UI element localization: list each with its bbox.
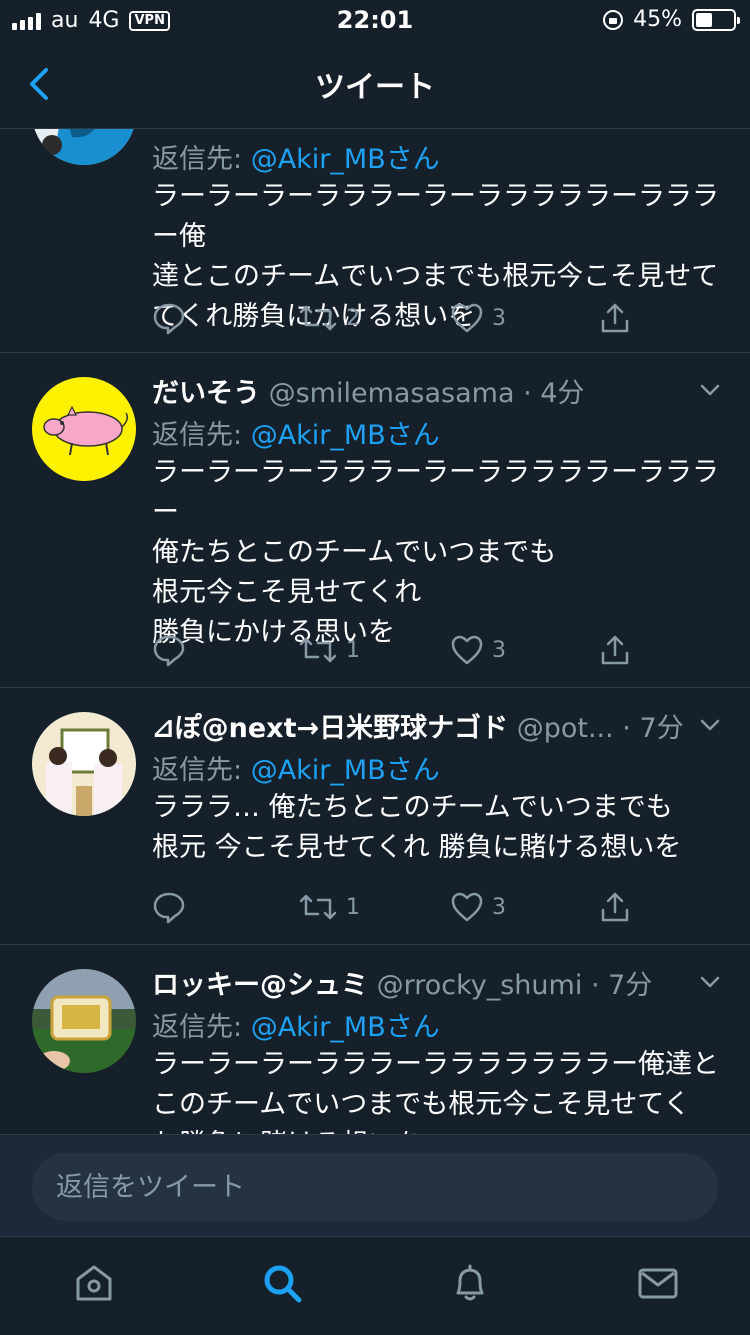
orientation-lock-icon [603, 9, 624, 30]
search-icon[interactable] [260, 1261, 304, 1305]
share-button[interactable] [598, 890, 632, 924]
reply-mention-link[interactable]: @Akir_MBさん [251, 755, 440, 786]
battery-fill [696, 12, 713, 27]
avatar[interactable] [32, 712, 136, 816]
reply-icon [153, 635, 185, 667]
tweet-time: · 4分 [523, 378, 585, 409]
tweet-item[interactable]: ⊿ぽ@next→日米野球ナゴド @pot... · 7分 返信先: @Akir_… [0, 688, 750, 945]
retweet-button[interactable]: 1 [298, 890, 360, 924]
display-name[interactable]: ロッキー@シュミ [152, 970, 368, 1001]
tweet-time: · 7分 [590, 970, 653, 1001]
reply-button[interactable] [152, 890, 186, 924]
reply-icon [153, 303, 185, 335]
like-button[interactable]: 3 [450, 633, 506, 667]
tweet-item[interactable]: ロッキー@シュミ @rrocky_shumi · 7分 返信先: @Akir_M… [0, 945, 750, 1134]
tweet-feed[interactable]: 返信先: @Akir_MBさん ラーラーラーラララーラーラララララーラララー俺 … [0, 129, 750, 1134]
tweet-header: だいそう @smilemasasama · 4分 [152, 371, 584, 410]
reply-bar [0, 1134, 750, 1237]
like-count: 3 [492, 894, 506, 920]
share-icon [601, 303, 629, 333]
messages-icon[interactable] [636, 1261, 680, 1305]
like-button[interactable]: 3 [450, 301, 506, 335]
share-icon [601, 635, 629, 665]
reply-to-line: 返信先: @Akir_MBさん [152, 137, 440, 176]
reply-prefix: 返信先: [152, 420, 251, 451]
reply-mention-link[interactable]: @Akir_MBさん [251, 1012, 440, 1043]
display-name[interactable]: だいそう [152, 378, 260, 409]
reply-icon [153, 892, 185, 924]
share-icon [601, 892, 629, 922]
home-icon[interactable] [72, 1261, 116, 1305]
status-bar: au 4G VPN 22:01 45% [0, 0, 750, 40]
share-button[interactable] [598, 301, 632, 335]
like-count: 3 [492, 637, 506, 663]
reply-mention-link[interactable]: @Akir_MBさん [251, 144, 440, 175]
like-button[interactable]: 3 [450, 890, 506, 924]
tweet-item[interactable]: 返信先: @Akir_MBさん ラーラーラーラララーラーラララララーラララー俺 … [0, 129, 750, 353]
retweet-count: 2 [346, 305, 360, 331]
reply-input[interactable] [32, 1153, 718, 1221]
avatar[interactable] [32, 129, 136, 165]
reply-button[interactable] [152, 301, 186, 335]
reply-to-line: 返信先: @Akir_MBさん [152, 748, 440, 787]
retweet-count: 1 [346, 894, 360, 920]
tweet-time: · 7分 [622, 713, 684, 744]
tab-bar [0, 1236, 750, 1335]
reply-prefix: 返信先: [152, 144, 251, 175]
heart-icon [451, 892, 483, 922]
nav-bar: ツイート [0, 40, 750, 129]
tweet-header: ロッキー@シュミ @rrocky_shumi · 7分 [152, 963, 652, 1002]
retweet-button[interactable]: 2 [298, 301, 360, 335]
reply-to-line: 返信先: @Akir_MBさん [152, 413, 440, 452]
chevron-down-icon[interactable] [700, 718, 720, 732]
notifications-icon[interactable] [448, 1261, 492, 1305]
user-handle[interactable]: @smilemasasama [269, 378, 515, 409]
retweet-icon [299, 305, 337, 331]
chevron-down-icon[interactable] [700, 975, 720, 989]
page-title: ツイート [315, 70, 435, 105]
heart-icon [451, 303, 483, 333]
tweet-actions: 2 3 [152, 301, 672, 341]
avatar[interactable] [32, 969, 136, 1073]
display-name[interactable]: ⊿ぽ@next→日米野球ナゴド [152, 713, 508, 744]
tweet-item[interactable]: だいそう @smilemasasama · 4分 返信先: @Akir_MBさん… [0, 353, 750, 688]
tweet-text: ラララ… 俺たちとこのチームでいつまでも 根元 今こそ見せてくれ 勝負に賭ける想… [152, 792, 682, 863]
status-right: 45% [603, 7, 740, 32]
like-count: 3 [492, 305, 506, 331]
tweet-text: ラーラーラーラララーラーラララララーラララー 俺たちとこのチームでいつまでも 根… [152, 457, 719, 648]
reply-button[interactable] [152, 633, 186, 667]
chevron-down-icon[interactable] [700, 383, 720, 397]
avatar[interactable] [32, 377, 136, 481]
user-handle[interactable]: @rrocky_shumi [377, 970, 583, 1001]
reply-to-line: 返信先: @Akir_MBさん [152, 1005, 440, 1044]
reply-prefix: 返信先: [152, 755, 251, 786]
tweet-actions: 1 3 [152, 633, 672, 673]
heart-icon [451, 635, 483, 665]
tweet-header: ⊿ぽ@next→日米野球ナゴド @pot... · 7分 [152, 706, 684, 745]
retweet-icon [299, 894, 337, 920]
retweet-count: 1 [346, 637, 360, 663]
reply-prefix: 返信先: [152, 1012, 251, 1043]
user-handle[interactable]: @pot... [517, 713, 614, 744]
battery-icon [692, 8, 740, 31]
share-button[interactable] [598, 633, 632, 667]
battery-percent: 45% [633, 7, 682, 32]
retweet-icon [299, 637, 337, 663]
tweet-text: ラーラーラーラララーラララララララー俺達と このチームでいつまでも根元今こそ見せ… [152, 1049, 719, 1134]
tweet-actions: 1 3 [152, 890, 672, 930]
retweet-button[interactable]: 1 [298, 633, 360, 667]
reply-mention-link[interactable]: @Akir_MBさん [251, 420, 440, 451]
